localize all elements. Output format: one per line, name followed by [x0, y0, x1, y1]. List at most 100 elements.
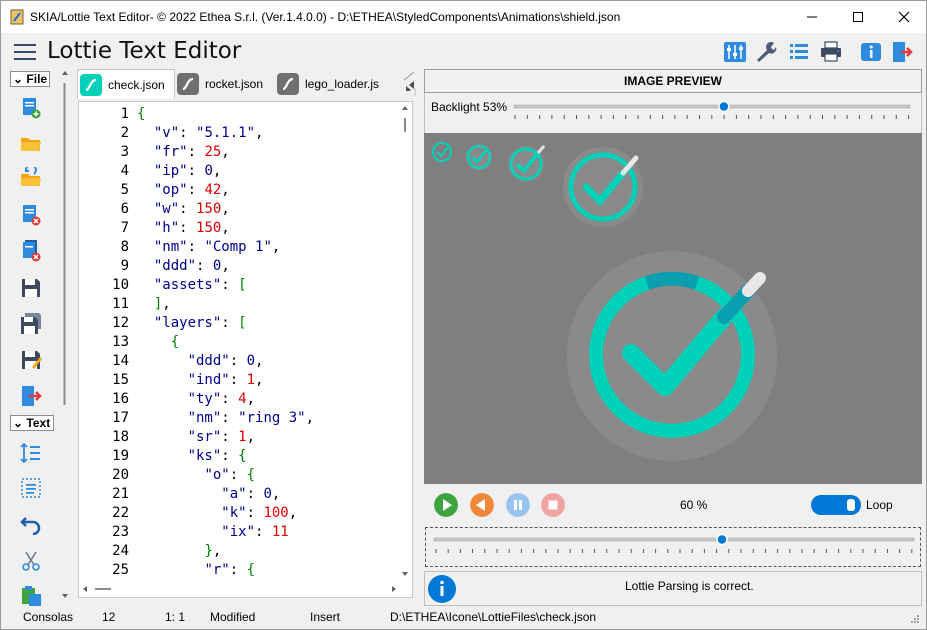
- tab-lego-loader[interactable]: lego_loader.js: [277, 69, 383, 99]
- line-number: 5: [120, 182, 129, 198]
- exit-door-icon[interactable]: [20, 385, 42, 407]
- tab-scroll-right-icon[interactable]: [401, 77, 415, 91]
- file-group-label: File: [26, 72, 48, 86]
- save-all-icon[interactable]: [20, 313, 42, 335]
- editor-tabs: check.json rocket.json lego_loader.js: [73, 69, 421, 99]
- close-file-icon[interactable]: [20, 204, 42, 226]
- backlight-slider[interactable]: [511, 97, 913, 127]
- check-main: [567, 251, 777, 461]
- minimize-icon: [807, 16, 817, 18]
- image-preview-panel: IMAGE PREVIEW Backlight 53% 60 % Loop Lo…: [424, 69, 922, 606]
- check-thumb-1: [432, 142, 452, 162]
- check-animation-graphic: [432, 142, 777, 461]
- code-line: "k": 100,: [221, 505, 298, 521]
- hamburger-menu-icon[interactable]: [14, 44, 36, 60]
- tab-label: check.json: [108, 77, 165, 92]
- save-icon[interactable]: [20, 277, 42, 299]
- code-line: "nm": "ring 3",: [187, 410, 315, 426]
- left-toolbar: ⌄ File ⌄ Text: [1, 69, 71, 606]
- zoom-label: 60 %: [680, 498, 708, 512]
- line-number: 20: [112, 467, 129, 483]
- save-as-icon[interactable]: [20, 349, 42, 371]
- code-line: {: [170, 334, 180, 350]
- tab-label: rocket.json: [205, 77, 264, 91]
- code-line: ],: [153, 296, 171, 312]
- lottie-file-icon: [177, 73, 199, 95]
- info-icon[interactable]: [859, 40, 883, 64]
- code-line: {: [137, 106, 146, 122]
- code-line: "ix": 11: [221, 524, 289, 540]
- parse-status: Lottie Parsing is correct.: [424, 571, 922, 606]
- new-file-icon[interactable]: [20, 97, 42, 119]
- line-number: 10: [112, 277, 129, 293]
- maximize-button[interactable]: [835, 1, 881, 33]
- check-thumb-3: [508, 145, 546, 182]
- code-line: "ddd": 0,: [187, 353, 264, 369]
- app-title: Lottie Text Editor: [47, 38, 242, 64]
- settings-sliders-icon[interactable]: [723, 40, 747, 64]
- editor-horizontal-scrollbar[interactable]: [79, 581, 400, 597]
- code-line: "sr": 1,: [187, 429, 256, 445]
- code-line: "h": 150,: [153, 220, 230, 236]
- line-number: 19: [112, 448, 129, 464]
- code-line: "v": "5.1.1",: [153, 125, 264, 141]
- maximize-icon: [853, 12, 863, 22]
- list-icon[interactable]: [787, 40, 811, 64]
- loop-toggle[interactable]: [810, 494, 862, 516]
- line-number: 16: [112, 391, 129, 407]
- stop-icon[interactable]: [541, 493, 565, 517]
- close-icon: [898, 11, 910, 23]
- vscroll-graphic: [402, 106, 408, 576]
- code-line: "w": 150,: [153, 201, 230, 217]
- check-thumb-2: [466, 144, 492, 170]
- play-icon[interactable]: [434, 493, 458, 517]
- line-number: 23: [112, 524, 129, 540]
- status-insert-mode: Insert: [310, 610, 341, 624]
- app-window: SKIA/Lottie Text Editor- © 2022 Ethea S.…: [0, 0, 927, 630]
- exit-icon[interactable]: [890, 40, 914, 64]
- code-line: "ind": 1,: [187, 372, 264, 388]
- undo-icon[interactable]: [20, 513, 42, 535]
- left-toolbar-scrollbar[interactable]: [60, 69, 70, 606]
- printer-icon[interactable]: [819, 40, 843, 64]
- wrench-icon[interactable]: [754, 40, 778, 64]
- code-line: "o": {: [204, 467, 256, 483]
- tab-rocket-json[interactable]: rocket.json: [177, 69, 273, 99]
- select-all-icon[interactable]: [20, 477, 42, 499]
- close-all-icon[interactable]: [20, 240, 42, 262]
- resize-grip-icon[interactable]: [910, 614, 920, 624]
- editor-vertical-scrollbar[interactable]: [398, 102, 412, 582]
- open-folder-icon[interactable]: [20, 133, 42, 155]
- progress-slider[interactable]: [432, 531, 916, 561]
- line-number: 21: [112, 486, 129, 502]
- code-line: "nm": "Comp 1",: [153, 239, 281, 255]
- status-font: Consolas: [23, 610, 74, 624]
- line-number: 4: [120, 163, 129, 179]
- line-number: 22: [112, 505, 129, 521]
- text-group-header[interactable]: ⌄ Text: [10, 415, 54, 431]
- code-line: "ks": {: [187, 448, 247, 464]
- lottie-preview-canvas: [424, 133, 922, 484]
- collapse-chevron-icon: ⌄: [13, 416, 24, 430]
- code-editor[interactable]: 1{2 "v": "5.1.1", 3 "fr": 25, 4 "ip": 0, 5 …: [78, 101, 413, 598]
- line-number: 3: [120, 144, 129, 160]
- cut-icon[interactable]: [20, 550, 42, 572]
- tab-check-json[interactable]: check.json: [77, 69, 175, 99]
- minimize-button[interactable]: [789, 1, 835, 33]
- paste-icon[interactable]: [20, 585, 42, 607]
- code-line: "assets": [: [153, 277, 247, 293]
- line-number: 1: [120, 106, 129, 122]
- line-spacing-icon[interactable]: [20, 442, 42, 464]
- file-group-header[interactable]: ⌄ File: [10, 71, 50, 87]
- text-group-label: Text: [26, 416, 51, 430]
- close-button[interactable]: [881, 1, 927, 33]
- reload-folder-icon[interactable]: [20, 167, 42, 189]
- pause-icon[interactable]: [506, 493, 530, 517]
- line-number: 8: [120, 239, 129, 255]
- play-backward-icon[interactable]: [470, 493, 494, 517]
- status-cursor-position: 1: 1: [165, 610, 186, 624]
- info-icon: [428, 575, 456, 603]
- hscroll-graphic: [83, 586, 396, 592]
- loop-label: Loop: [866, 498, 893, 512]
- title-bar[interactable]: SKIA/Lottie Text Editor- © 2022 Ethea S.…: [1, 1, 926, 33]
